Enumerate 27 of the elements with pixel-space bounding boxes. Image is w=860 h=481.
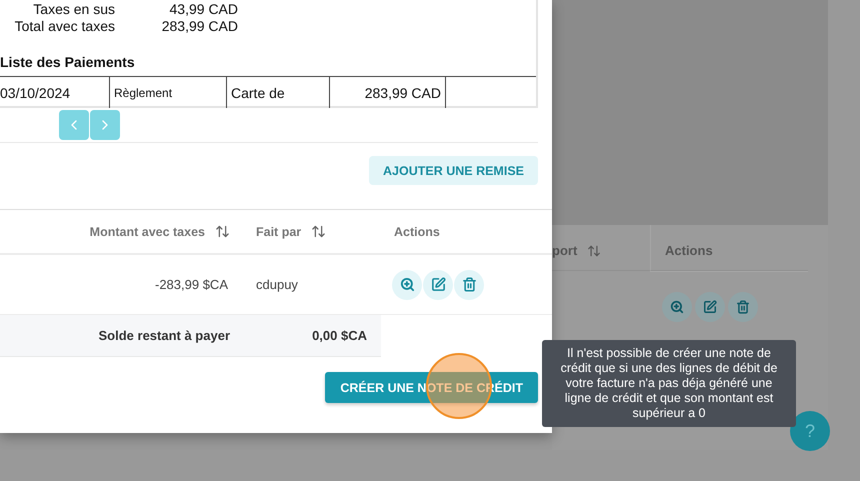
table-cell: Carte de [227,77,330,108]
edit-icon[interactable] [423,270,453,300]
edit-icon [695,292,725,322]
sort-icon[interactable] [215,224,230,239]
summary-label: Total avec taxes [14,18,115,34]
column-header: Actions [665,243,713,258]
balance-value: 0,00 $CA [311,327,368,345]
section-title: Liste des Paiements [0,54,136,72]
column-header: Fait par [256,224,302,238]
summary-value: 283,99 CAD [160,18,238,34]
column-header: Actions [394,224,440,238]
table-cell: Règlement [110,77,227,108]
trash-icon[interactable] [454,270,484,300]
add-discount-button[interactable]: AJOUTER UNE REMISE [369,156,538,185]
summary-label: Taxes en sus [32,0,115,16]
trash-icon [728,292,758,322]
sort-icon[interactable] [311,224,326,239]
table-cell: 03/10/2024 [0,77,110,108]
balance-label: Solde restant à payer [98,327,231,345]
column-header: port [552,243,578,258]
tooltip: Il n'est possible de créer une note de crédit que si une des lignes de débit de votre facture n'a pas déja généré une ligne de crédit et que son montant est supérieur a 0 [542,340,796,427]
zoom-icon [662,292,692,322]
sort-icon [587,244,602,258]
column-header: Montant avec taxes [90,224,205,238]
table-cell: 283,99 CAD [330,77,446,108]
zoom-icon[interactable] [392,270,422,300]
summary-value: 43,99 CAD [168,0,238,16]
